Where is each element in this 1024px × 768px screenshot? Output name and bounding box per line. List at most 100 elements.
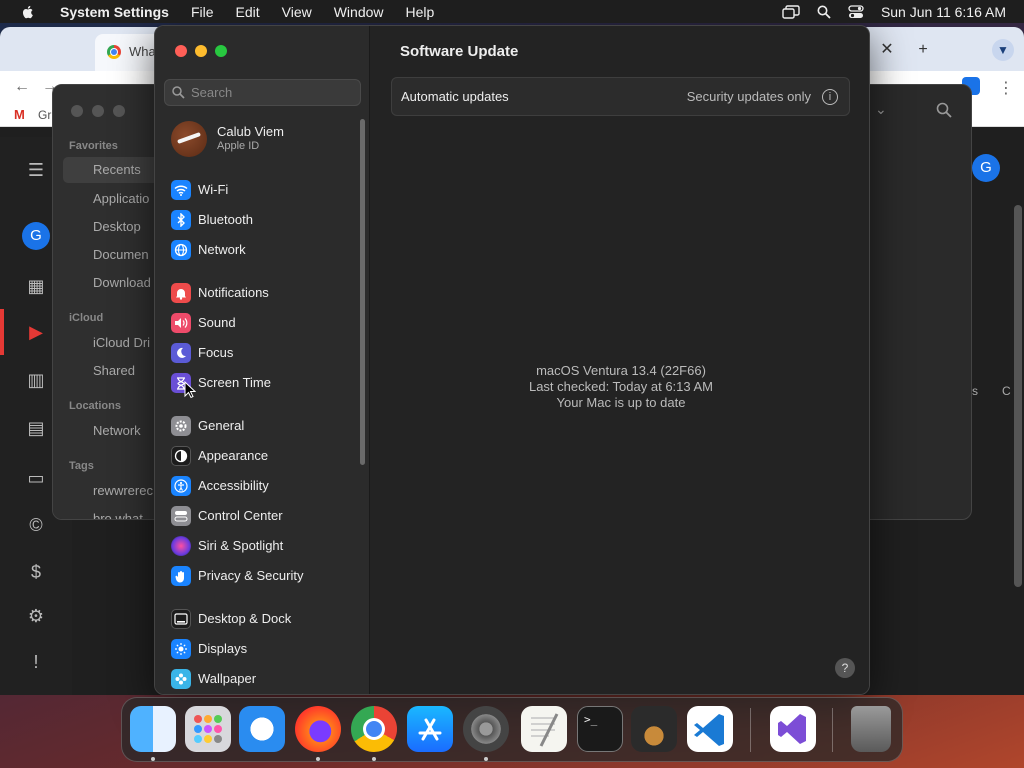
finder-zoom-button[interactable] xyxy=(113,105,125,117)
bell-icon xyxy=(171,283,191,303)
software-update-pane: Software Update Automatic updates Securi… xyxy=(371,26,869,694)
sidebar-item-network[interactable]: Network xyxy=(171,239,356,261)
sidebar-scrollbar[interactable] xyxy=(360,119,365,465)
sidebar-item-siri-spotlight[interactable]: Siri & Spotlight xyxy=(171,535,356,557)
textedit-dock-icon[interactable] xyxy=(521,706,567,752)
sidebar-item-privacy-security[interactable]: Privacy & Security xyxy=(171,565,356,587)
flower-icon xyxy=(171,669,191,689)
launchpad-dock-icon[interactable] xyxy=(185,706,231,752)
sidebar-item-appearance[interactable]: Appearance xyxy=(171,445,356,467)
sidebar-item-label: Wallpaper xyxy=(198,671,257,686)
back-arrow-icon[interactable]: ← xyxy=(14,78,30,96)
running-indicator xyxy=(316,757,320,761)
finder-item-applications[interactable]: Applicatio xyxy=(93,191,149,206)
help-button[interactable]: ? xyxy=(835,658,855,678)
comments-icon[interactable]: ▤ xyxy=(25,417,47,439)
spotlight-search-icon[interactable] xyxy=(817,5,831,19)
firefox-dock-icon[interactable] xyxy=(295,706,341,752)
sidebar-item-focus[interactable]: Focus xyxy=(171,342,356,364)
settings-search-input[interactable]: Search xyxy=(164,79,361,106)
vscode-dock-icon[interactable] xyxy=(687,706,733,752)
app-store-dock-icon[interactable] xyxy=(407,706,453,752)
info-icon[interactable]: i xyxy=(822,89,838,105)
page-scrollbar[interactable] xyxy=(1014,205,1022,587)
finder-sidebar: Favorites Recents Applicatio Desktop Doc… xyxy=(53,85,163,519)
apple-menu-icon[interactable] xyxy=(20,4,36,20)
sidebar-item-desktop-dock[interactable]: Desktop & Dock xyxy=(171,608,356,630)
menu-window[interactable]: Window xyxy=(334,4,384,20)
menu-help[interactable]: Help xyxy=(406,4,435,20)
finder-item-tag-1[interactable]: rewwrerec xyxy=(93,483,153,498)
sidebar-item-wallpaper[interactable]: Wallpaper xyxy=(171,668,356,690)
channel-avatar[interactable]: G xyxy=(22,222,50,250)
bookmark-label[interactable]: Gr xyxy=(38,108,51,122)
finder-item-desktop[interactable]: Desktop xyxy=(93,219,141,234)
finder-item-tag-2[interactable]: bro what xyxy=(93,511,143,519)
finder-chevron-icon[interactable]: ⌄ xyxy=(875,101,887,118)
sidebar-item-sound[interactable]: Sound xyxy=(171,312,356,334)
menu-view[interactable]: View xyxy=(282,4,312,20)
finder-close-button[interactable] xyxy=(71,105,83,117)
sidebar-item-notifications[interactable]: Notifications xyxy=(171,282,356,304)
finder-minimize-button[interactable] xyxy=(92,105,104,117)
finder-item-network[interactable]: Network xyxy=(93,423,141,438)
settings-minimize-button[interactable] xyxy=(195,45,207,57)
favorites-header: Favorites xyxy=(69,140,118,152)
sidebar-item-wifi[interactable]: Wi-Fi xyxy=(171,179,356,201)
chrome-dock-icon[interactable] xyxy=(351,706,397,752)
finder-search-icon[interactable] xyxy=(936,102,952,118)
finder-item-icloud-drive[interactable]: iCloud Dri xyxy=(93,335,150,350)
menu-clock[interactable]: Sun Jun 11 6:16 AM xyxy=(881,4,1006,20)
hamburger-menu-icon[interactable]: ☰ xyxy=(25,159,47,181)
gmail-icon[interactable]: M xyxy=(14,107,25,122)
apple-id-account[interactable]: Calub Viem Apple ID xyxy=(171,121,361,157)
settings-close-button[interactable] xyxy=(175,45,187,57)
garageband-dock-icon[interactable] xyxy=(631,706,677,752)
tab-search-icon[interactable]: ▼ xyxy=(992,39,1014,61)
close-tab-icon[interactable]: ✕ xyxy=(876,39,898,61)
automatic-updates-row[interactable]: Automatic updates Security updates only … xyxy=(391,77,850,116)
finder-item-documents[interactable]: Documen xyxy=(93,247,149,262)
sidebar-item-bluetooth[interactable]: Bluetooth xyxy=(171,209,356,231)
menu-file[interactable]: File xyxy=(191,4,214,20)
automatic-updates-value: Security updates only xyxy=(686,89,811,104)
chrome-menu-icon[interactable]: ⋮ xyxy=(998,78,1014,98)
sidebar-item-screen-time[interactable]: Screen Time xyxy=(171,372,356,394)
menu-edit[interactable]: Edit xyxy=(236,4,260,20)
finder-dock-icon[interactable] xyxy=(130,706,176,752)
feedback-icon[interactable]: ! xyxy=(25,651,47,673)
finder-item-downloads[interactable]: Download xyxy=(93,275,151,290)
subtitles-icon[interactable]: ▭ xyxy=(25,467,47,489)
sidebar-item-control-center[interactable]: Control Center xyxy=(171,505,356,527)
dashboard-icon[interactable]: ▦ xyxy=(25,275,47,297)
earn-icon[interactable]: $ xyxy=(25,561,47,583)
dock-separator xyxy=(750,708,751,752)
control-center-icon[interactable] xyxy=(848,4,864,19)
terminal-dock-icon[interactable]: >_ xyxy=(577,706,623,752)
finder-item-shared[interactable]: Shared xyxy=(93,363,135,378)
settings-gear-icon[interactable]: ⚙ xyxy=(25,605,47,627)
finder-window-controls xyxy=(71,105,125,117)
last-checked: Last checked: Today at 6:13 AM xyxy=(528,379,714,394)
copyright-icon[interactable]: © xyxy=(25,514,47,536)
sidebar-item-displays[interactable]: Displays xyxy=(171,638,356,660)
locations-header: Locations xyxy=(69,400,121,412)
account-avatar[interactable]: G xyxy=(972,154,1000,182)
visual-studio-dock-icon[interactable] xyxy=(770,706,816,752)
analytics-icon[interactable]: ▥ xyxy=(25,369,47,391)
settings-zoom-button[interactable] xyxy=(215,45,227,57)
content-icon[interactable]: ▶ xyxy=(25,321,47,343)
screen-mirroring-icon[interactable] xyxy=(782,4,800,19)
account-subtitle: Apple ID xyxy=(217,140,260,152)
sidebar-item-label: Displays xyxy=(198,641,248,656)
finder-item-recents[interactable]: Recents xyxy=(63,157,161,183)
wifi-icon xyxy=(171,180,191,200)
system-settings-dock-icon[interactable] xyxy=(463,706,509,752)
safari-dock-icon[interactable] xyxy=(239,706,285,752)
sidebar-item-label: Sound xyxy=(198,315,236,330)
new-tab-icon[interactable]: + xyxy=(912,39,934,61)
trash-dock-icon[interactable] xyxy=(851,706,891,752)
sidebar-item-general[interactable]: General xyxy=(171,415,356,437)
menu-app-name[interactable]: System Settings xyxy=(60,4,169,20)
sidebar-item-accessibility[interactable]: Accessibility xyxy=(171,475,356,497)
